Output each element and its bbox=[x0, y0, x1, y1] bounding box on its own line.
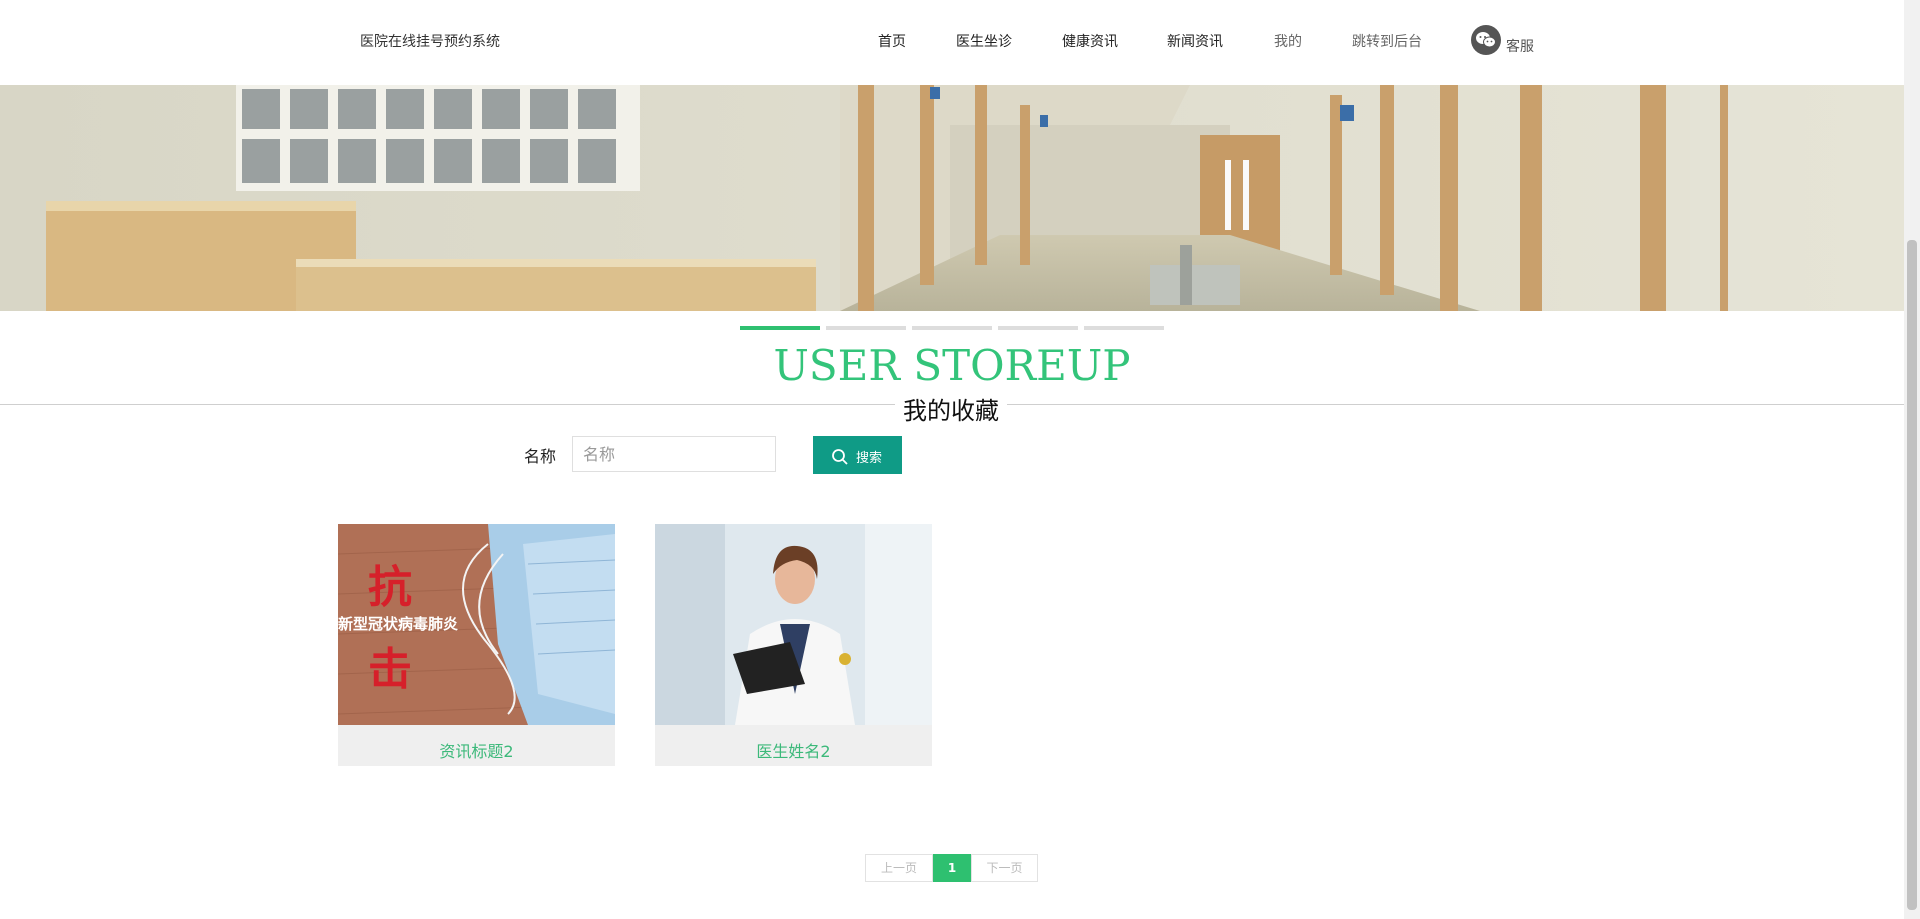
customer-service-link[interactable]: 客服 bbox=[1506, 36, 1534, 56]
nav-home[interactable]: 首页 bbox=[878, 31, 906, 51]
nav-doctor-visits[interactable]: 医生坐诊 bbox=[956, 31, 1012, 51]
pagination-page-1[interactable]: 1 bbox=[933, 854, 971, 882]
search-input[interactable] bbox=[572, 436, 776, 472]
nav-mine[interactable]: 我的 bbox=[1274, 31, 1302, 51]
favorite-card[interactable]: 医生姓名2 bbox=[655, 524, 932, 766]
carousel-dot-4[interactable] bbox=[998, 326, 1078, 330]
hospital-corridor-image bbox=[0, 85, 1904, 311]
hero-banner bbox=[0, 85, 1904, 311]
card-image-news: 抗 新型冠状病毒肺炎 击 bbox=[338, 524, 615, 725]
search-icon bbox=[832, 449, 848, 465]
section-title-cn: 我的收藏 bbox=[895, 391, 1007, 426]
carousel-dot-2[interactable] bbox=[826, 326, 906, 330]
scrollbar-thumb[interactable] bbox=[1907, 240, 1917, 910]
card-image-doctor bbox=[655, 524, 932, 725]
nav-health-info[interactable]: 健康资讯 bbox=[1062, 31, 1118, 51]
card-image-char-2: 击 bbox=[368, 644, 412, 695]
search-button-label: 搜索 bbox=[856, 451, 883, 466]
section-title-en: USER STOREUP bbox=[773, 341, 1131, 390]
carousel-dot-3[interactable] bbox=[912, 326, 992, 330]
search-button[interactable]: 搜索 bbox=[813, 436, 902, 474]
site-title: 医院在线挂号预约系统 bbox=[360, 34, 500, 50]
card-image-caption: 新型冠状病毒肺炎 bbox=[338, 615, 458, 633]
card-image-char-1: 抗 bbox=[368, 562, 412, 613]
card-title[interactable]: 资讯标题2 bbox=[338, 738, 615, 762]
carousel-indicators bbox=[740, 326, 1164, 330]
card-title[interactable]: 医生姓名2 bbox=[655, 738, 932, 762]
nav-news[interactable]: 新闻资讯 bbox=[1167, 31, 1223, 51]
top-header: 医院在线挂号预约系统 首页 医生坐诊 健康资讯 新闻资讯 我的 跳转到后台 客服 bbox=[0, 0, 1904, 85]
wechat-icon[interactable] bbox=[1471, 25, 1501, 55]
carousel-dot-5[interactable] bbox=[1084, 326, 1164, 330]
nav-admin[interactable]: 跳转到后台 bbox=[1352, 31, 1422, 51]
carousel-dot-1[interactable] bbox=[740, 326, 820, 330]
search-label: 名称 bbox=[524, 447, 557, 466]
pagination-next[interactable]: 下一页 bbox=[971, 854, 1038, 882]
pagination-prev[interactable]: 上一页 bbox=[865, 854, 933, 882]
favorite-card[interactable]: 抗 新型冠状病毒肺炎 击 资讯标题2 bbox=[338, 524, 615, 766]
